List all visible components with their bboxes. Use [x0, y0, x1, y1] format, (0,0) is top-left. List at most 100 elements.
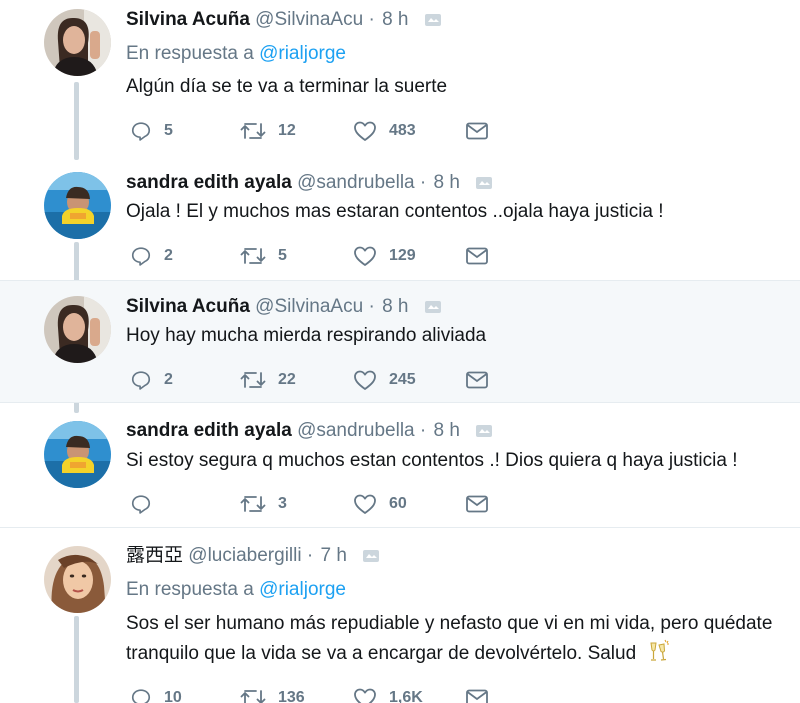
reply-count: 10 [164, 689, 182, 703]
like-button[interactable]: 1,6K [353, 686, 423, 703]
tweet[interactable]: sandra edith ayala @sandrubella · 8 h Oj… [0, 160, 800, 284]
timestamp[interactable]: 8 h [434, 420, 460, 441]
avatar[interactable] [44, 296, 111, 363]
retweet-icon [240, 123, 266, 139]
like-icon [354, 246, 376, 266]
like-icon [354, 688, 376, 703]
like-count: 60 [389, 495, 407, 512]
separator-dot: · [368, 296, 375, 317]
direct-message-button[interactable] [466, 686, 488, 703]
user-handle[interactable]: @sandrubella [297, 420, 415, 441]
tweet-header: Silvina Acuña @SilvinaAcu · 8 h [126, 9, 442, 34]
tweet[interactable]: sandra edith ayala @sandrubella · 8 h Si… [0, 403, 800, 527]
reply-icon [131, 122, 151, 141]
retweet-button[interactable]: 5 [240, 244, 287, 268]
display-name[interactable]: sandra edith ayala [126, 172, 292, 193]
reply-context: En respuesta a @rialjorge [126, 579, 346, 601]
tweet-header: 露西亞 @luciabergilli · 7 h [126, 545, 380, 570]
avatar[interactable] [44, 172, 111, 239]
direct-message-button[interactable] [466, 119, 488, 143]
retweet-count: 3 [278, 495, 287, 512]
reply-prefix: En respuesta a [126, 579, 254, 600]
user-handle[interactable]: @sandrubella [297, 172, 415, 193]
separator-dot: · [419, 172, 427, 193]
retweet-button[interactable]: 136 [240, 686, 305, 703]
retweet-button[interactable]: 3 [240, 492, 287, 516]
reply-icon [131, 247, 151, 266]
avatar[interactable] [44, 9, 111, 76]
reply-mention-link[interactable]: @rialjorge [259, 43, 346, 64]
retweet-button[interactable]: 22 [240, 368, 296, 392]
display-name[interactable]: sandra edith ayala [126, 420, 292, 441]
display-name[interactable]: 露西亞 [126, 545, 183, 566]
tweet-text: Ojala ! El y muchos mas estaran contento… [126, 201, 664, 222]
retweet-count: 5 [278, 247, 287, 264]
reply-button[interactable]: 5 [130, 119, 173, 143]
like-icon [354, 370, 376, 390]
retweet-count: 12 [278, 122, 296, 139]
tweet-text: Si estoy segura q muchos estan contentos… [126, 450, 738, 471]
tweet[interactable]: 露西亞 @luciabergilli · 7 h En respuesta a … [0, 528, 800, 703]
reply-icon [131, 371, 151, 390]
gray-badge-icon [362, 548, 380, 570]
direct-message-button[interactable] [466, 368, 488, 392]
user-handle[interactable]: @SilvinaAcu [255, 296, 363, 317]
reply-icon [131, 495, 151, 514]
tweet-header: Silvina Acuña @SilvinaAcu · 8 h [126, 296, 442, 321]
gray-badge-icon [475, 175, 493, 197]
direct-message-icon [466, 495, 488, 513]
gray-badge-icon [424, 12, 442, 34]
direct-message-icon [466, 247, 488, 265]
timestamp[interactable]: 7 h [320, 545, 346, 566]
timestamp[interactable]: 8 h [434, 172, 460, 193]
retweet-icon [240, 248, 266, 264]
like-button[interactable]: 245 [353, 368, 416, 392]
reply-icon [131, 689, 151, 703]
like-count: 483 [389, 122, 416, 139]
direct-message-icon [466, 371, 488, 389]
tweet-text-segment: tranquilo que la vida se va a encargar d… [126, 643, 637, 664]
reply-count: 2 [164, 371, 173, 388]
tweet-header: sandra edith ayala @sandrubella · 8 h [126, 172, 493, 197]
avatar[interactable] [44, 546, 111, 613]
like-count: 1,6K [389, 689, 423, 703]
tweet[interactable]: Silvina Acuña @SilvinaAcu · 8 h Hoy hay … [0, 281, 800, 402]
reply-button[interactable] [130, 492, 164, 516]
reply-button[interactable]: 2 [130, 368, 173, 392]
direct-message-button[interactable] [466, 244, 488, 268]
separator-dot: · [419, 420, 427, 441]
gray-badge-icon [475, 423, 493, 445]
tweet-text-line: Sos el ser humano más repudiable y nefas… [126, 613, 773, 634]
avatar[interactable] [44, 421, 111, 488]
tweet-text: Algún día se te va a terminar la suerte [126, 76, 448, 97]
timestamp[interactable]: 8 h [382, 9, 408, 30]
reply-context: En respuesta a @rialjorge [126, 43, 346, 65]
like-button[interactable]: 60 [353, 492, 407, 516]
retweet-icon [240, 372, 266, 388]
display-name[interactable]: Silvina Acuña [126, 9, 250, 30]
gray-badge-icon [424, 299, 442, 321]
reply-button[interactable]: 10 [130, 686, 182, 703]
like-button[interactable]: 129 [353, 244, 416, 268]
reply-mention-link[interactable]: @rialjorge [259, 579, 346, 600]
like-count: 245 [389, 371, 416, 388]
retweet-button[interactable]: 12 [240, 119, 296, 143]
retweet-count: 22 [278, 371, 296, 388]
direct-message-button[interactable] [466, 492, 488, 516]
timestamp[interactable]: 8 h [382, 296, 408, 317]
tweet[interactable]: Silvina Acuña @SilvinaAcu · 8 h En respu… [0, 0, 800, 160]
reply-button[interactable]: 2 [130, 244, 173, 268]
tweet-text: Sos el ser humano más repudiable y nefas… [126, 609, 796, 673]
retweet-icon [240, 690, 266, 703]
display-name[interactable]: Silvina Acuña [126, 296, 250, 317]
user-handle[interactable]: @luciabergilli [188, 545, 301, 566]
direct-message-icon [466, 122, 488, 140]
reply-count: 2 [164, 247, 173, 264]
like-count: 129 [389, 247, 416, 264]
user-handle[interactable]: @SilvinaAcu [255, 9, 363, 30]
like-button[interactable]: 483 [353, 119, 416, 143]
like-icon [354, 494, 376, 514]
retweet-count: 136 [278, 689, 305, 703]
tweet-text-line: tranquilo que la vida se va a encargar d… [126, 639, 796, 673]
tweet-text: Hoy hay mucha mierda respirando aliviada [126, 325, 487, 346]
